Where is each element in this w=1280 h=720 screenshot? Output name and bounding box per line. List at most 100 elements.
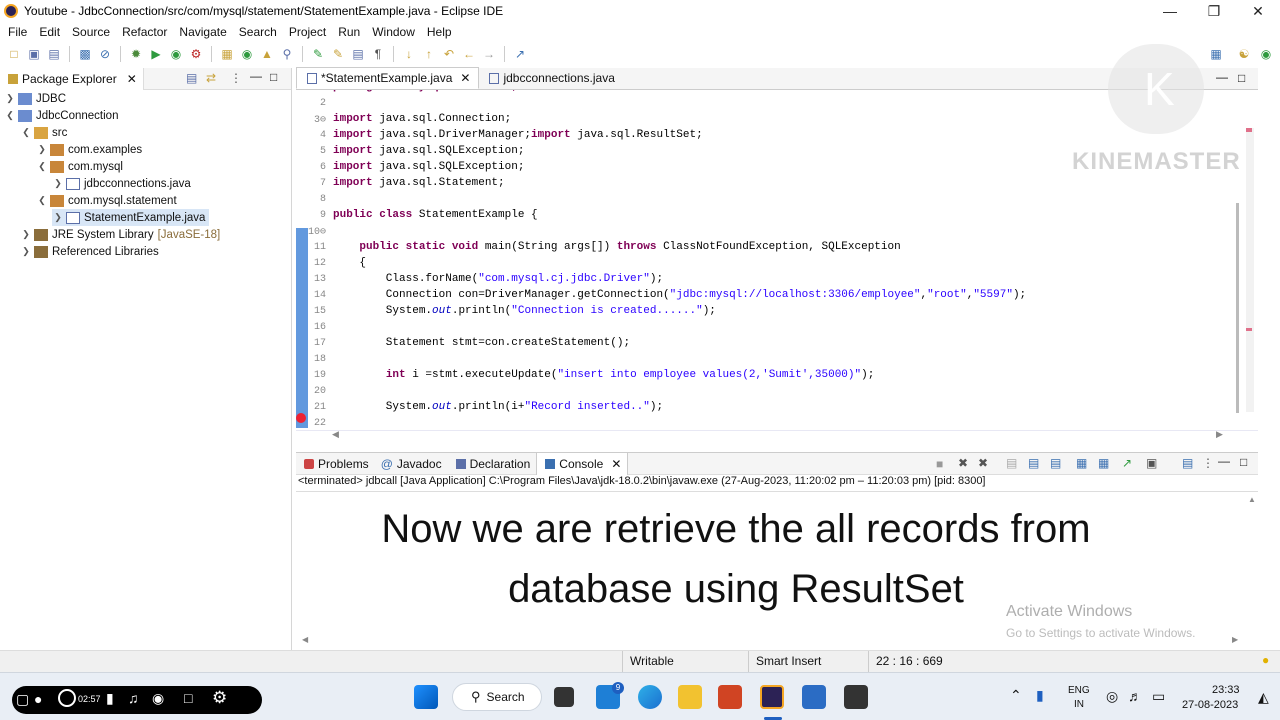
chevron-down-icon[interactable]: ❮ xyxy=(4,110,16,121)
tree-item-jdbcconnections-java[interactable]: ❯ jdbcconnections.java xyxy=(52,175,191,192)
chevron-down-icon[interactable]: ❮ xyxy=(36,161,48,172)
draw-icon[interactable]: □ xyxy=(184,690,192,706)
tree-item-statementexample-java[interactable]: ❯ StatementExample.java xyxy=(52,209,210,226)
minimize-view-icon[interactable]: — xyxy=(1218,454,1230,468)
close-icon[interactable]: ✕ xyxy=(611,457,621,471)
language-region[interactable]: IN xyxy=(1074,699,1084,710)
vertical-scrollbar[interactable] xyxy=(1236,203,1239,413)
menu-file[interactable]: File xyxy=(2,25,33,39)
taskbar-search[interactable]: ⚲ Search xyxy=(452,683,542,711)
highlight-icon[interactable]: ✎ xyxy=(330,46,346,62)
edge-browser-icon[interactable] xyxy=(638,685,662,709)
menu-window[interactable]: Window xyxy=(366,25,421,39)
eclipse-taskbar-icon[interactable] xyxy=(760,685,784,709)
file-explorer-icon[interactable] xyxy=(678,685,702,709)
minimize-button[interactable]: — xyxy=(1148,0,1192,22)
speaker-icon[interactable]: ♫ xyxy=(128,690,139,706)
show-on-error-icon[interactable]: ▦ xyxy=(1098,456,1109,470)
debug-perspective-icon[interactable]: ◉ xyxy=(1258,46,1274,62)
minimize-view-icon[interactable]: — xyxy=(250,69,262,83)
open-perspective-icon[interactable]: ▦ xyxy=(1208,46,1224,62)
debug-icon[interactable]: ✹ xyxy=(128,46,144,62)
menu-navigate[interactable]: Navigate xyxy=(173,25,232,39)
remove-launch-icon[interactable]: ✖ xyxy=(958,456,968,470)
link-editor-icon[interactable]: ⇄ xyxy=(206,71,216,85)
tree-item-jdbc[interactable]: ❯ JDBC xyxy=(4,90,66,107)
new-java-project-icon[interactable]: ▦ xyxy=(219,46,235,62)
tab-console[interactable]: Console ✕ xyxy=(536,452,629,475)
terminate-icon[interactable]: ■ xyxy=(936,457,943,471)
open-type-icon[interactable]: ▲ xyxy=(259,46,275,62)
display-console-icon[interactable]: ▣ xyxy=(1146,456,1157,470)
tab-problems[interactable]: Problems xyxy=(296,453,375,475)
pin-console-icon[interactable]: ↗ xyxy=(1122,456,1132,470)
back-icon[interactable]: ← xyxy=(461,46,477,62)
menu-search[interactable]: Search xyxy=(233,25,283,39)
menu-refactor[interactable]: Refactor xyxy=(116,25,173,39)
chevron-right-icon[interactable]: ❯ xyxy=(36,144,48,155)
settings-icon[interactable]: ⚙ xyxy=(212,688,227,708)
save-all-icon[interactable]: ▤ xyxy=(46,46,62,62)
tab-statementexample[interactable]: *StatementExample.java ✕ xyxy=(296,67,480,89)
chevron-right-icon[interactable]: ❯ xyxy=(52,178,64,189)
show-on-output-icon[interactable]: ▦ xyxy=(1076,456,1087,470)
new-icon[interactable]: □ xyxy=(6,46,22,62)
scroll-left-icon[interactable]: ◀ xyxy=(332,429,339,440)
skip-breakpoints-icon[interactable]: ⊘ xyxy=(97,46,113,62)
start-icon[interactable] xyxy=(414,685,438,709)
clear-console-icon[interactable]: ▤ xyxy=(1006,456,1017,470)
horizontal-scrollbar[interactable]: ◀ ▶ xyxy=(332,429,1223,442)
tab-jdbcconnections[interactable]: jdbcconnections.java xyxy=(479,67,622,89)
fullscreen-icon[interactable]: ▢ xyxy=(16,691,29,708)
search-tool-icon[interactable]: ⚲ xyxy=(279,46,295,62)
terminal-app-icon[interactable] xyxy=(844,685,868,709)
close-button[interactable]: ✕ xyxy=(1236,0,1280,22)
toggle-mark-icon[interactable]: ✎ xyxy=(310,46,326,62)
menu-source[interactable]: Source xyxy=(66,25,116,39)
maximize-button[interactable]: ❐ xyxy=(1192,0,1236,22)
prev-annotation-icon[interactable]: ↑ xyxy=(421,46,437,62)
remove-all-icon[interactable]: ✖ xyxy=(978,456,988,470)
view-menu-icon[interactable]: ⋮ xyxy=(230,71,242,85)
tree-item-com-examples[interactable]: ❯ com.examples xyxy=(36,141,142,158)
close-icon[interactable]: ✕ xyxy=(127,72,137,86)
chevron-up-icon[interactable]: ⌃ xyxy=(1010,687,1022,704)
webcam-icon[interactable]: ◉ xyxy=(152,690,164,707)
word-wrap-icon[interactable]: ▤ xyxy=(1050,456,1061,470)
task-view-icon[interactable] xyxy=(554,687,574,707)
new-class-icon[interactable]: ◉ xyxy=(239,46,255,62)
clock-time[interactable]: 23:33 xyxy=(1212,684,1240,696)
external-tools-icon[interactable]: ⚙ xyxy=(188,46,204,62)
tree-item-com-mysql-statement[interactable]: ❮ com.mysql.statement xyxy=(36,192,177,209)
maximize-view-icon[interactable]: □ xyxy=(270,70,277,84)
tab-package-explorer[interactable]: Package Explorer ✕ xyxy=(0,67,144,90)
scroll-right-icon[interactable]: ▶ xyxy=(1216,429,1223,440)
notepad-icon[interactable] xyxy=(802,685,826,709)
chevron-right-icon[interactable]: ❯ xyxy=(52,212,64,223)
view-menu-icon[interactable]: ⋮ xyxy=(1202,456,1214,470)
tree-item-jdbcconnection[interactable]: ❮ JdbcConnection xyxy=(4,107,118,124)
scroll-lock-icon[interactable]: ▤ xyxy=(1028,456,1039,470)
coverage-icon[interactable]: ◉ xyxy=(168,46,184,62)
pin-editor-icon[interactable]: ↗ xyxy=(512,46,528,62)
menu-edit[interactable]: Edit xyxy=(33,25,66,39)
code-area[interactable]: package com.mysql.statement; 2 3⊖ import… xyxy=(296,90,1258,436)
console-vertical-scrollbar[interactable]: ▲ xyxy=(1248,495,1256,635)
chevron-right-icon[interactable]: ❯ xyxy=(20,246,32,257)
tree-item-referenced-libraries[interactable]: ❯ Referenced Libraries xyxy=(20,243,159,260)
tree-item-src[interactable]: ❮ src xyxy=(20,124,67,141)
record-button[interactable] xyxy=(58,689,76,707)
menu-project[interactable]: Project xyxy=(283,25,332,39)
save-icon[interactable]: ▣ xyxy=(26,46,42,62)
forward-icon[interactable]: → xyxy=(481,46,497,62)
tips-icon[interactable]: ● xyxy=(1262,653,1269,667)
tree-item-jre-system-library[interactable]: ❯ JRE System Library [JavaSE-18] xyxy=(20,226,220,243)
open-console-icon[interactable]: ▤ xyxy=(1182,456,1193,470)
clock-date[interactable]: 27-08-2023 xyxy=(1182,699,1238,711)
maximize-editor-icon[interactable]: □ xyxy=(1238,71,1245,85)
chevron-down-icon[interactable]: ❮ xyxy=(20,127,32,138)
tree-item-com-mysql[interactable]: ❮ com.mysql xyxy=(36,158,123,175)
terminal-icon[interactable]: ▩ xyxy=(77,46,93,62)
whitespace-icon[interactable]: ¶ xyxy=(370,46,386,62)
microphone-tray-icon[interactable]: ▮ xyxy=(1036,687,1044,704)
